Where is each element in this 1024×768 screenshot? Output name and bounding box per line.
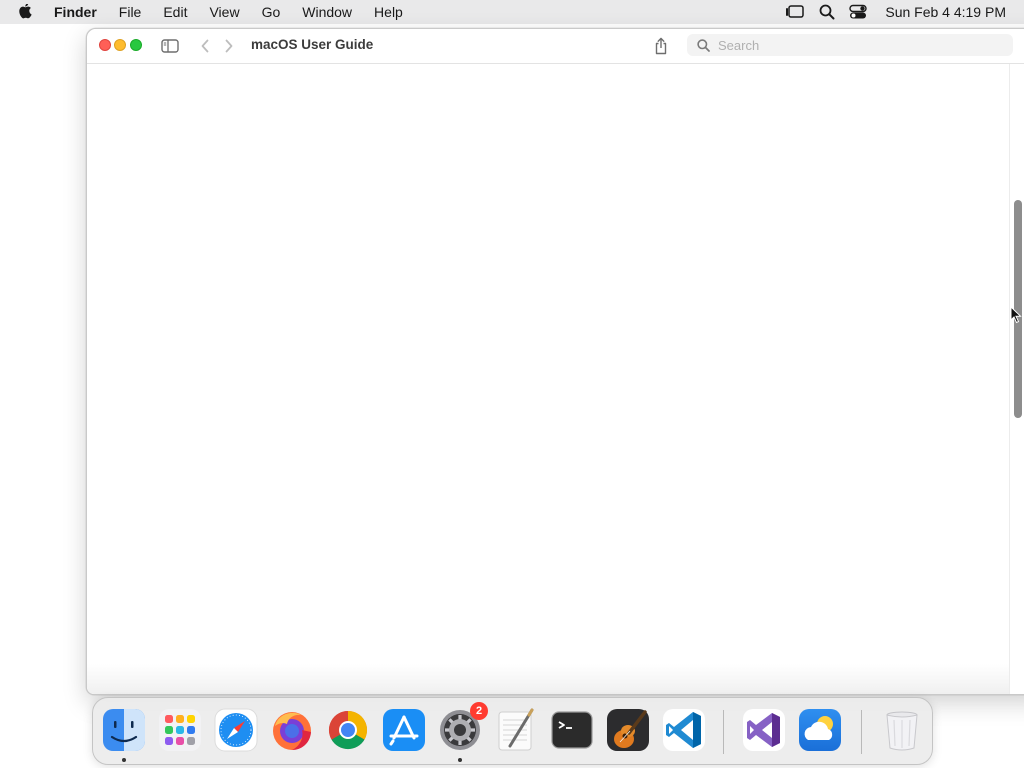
dock-visual-studio[interactable] xyxy=(740,706,788,754)
dock-finder[interactable] xyxy=(100,706,148,754)
dock-garageband[interactable] xyxy=(604,706,652,754)
search-icon xyxy=(697,38,710,52)
dock-vscode[interactable] xyxy=(660,706,708,754)
search-field[interactable] xyxy=(687,34,1013,56)
dock: 2 xyxy=(92,697,933,765)
garageband-icon xyxy=(607,709,649,751)
menu-file[interactable]: File xyxy=(108,0,153,24)
finder-icon xyxy=(103,709,145,751)
stage-manager-icon[interactable] xyxy=(785,4,805,20)
visual-studio-icon xyxy=(743,709,785,751)
dock-system-settings[interactable]: 2 xyxy=(436,702,488,754)
dock-separator-trash xyxy=(861,710,862,754)
app-store-icon xyxy=(383,709,425,751)
forward-chevron-icon[interactable] xyxy=(221,37,237,55)
chrome-icon xyxy=(328,710,368,750)
dock-launchpad[interactable] xyxy=(156,706,204,754)
menu-window[interactable]: Window xyxy=(291,0,363,24)
textedit-icon xyxy=(498,708,534,751)
spotlight-search-icon[interactable] xyxy=(819,4,835,20)
content-bottom-fade xyxy=(87,664,1009,694)
close-window-button[interactable] xyxy=(99,39,111,51)
menu-edit[interactable]: Edit xyxy=(152,0,198,24)
launchpad-icon xyxy=(159,709,201,751)
dock-safari[interactable] xyxy=(212,706,260,754)
finder-running-dot xyxy=(122,758,126,762)
window-title: macOS User Guide xyxy=(251,37,374,52)
menu-bar: Finder File Edit View Go Window Help Sun… xyxy=(0,0,1024,24)
dock-separator xyxy=(723,710,724,754)
apple-menu-icon[interactable] xyxy=(0,4,52,20)
control-center-icon[interactable] xyxy=(849,4,868,20)
trash-icon xyxy=(886,711,918,751)
share-icon[interactable] xyxy=(651,35,671,57)
menu-app-name[interactable]: Finder xyxy=(52,0,108,24)
dock-weather[interactable] xyxy=(796,706,844,754)
dock-terminal[interactable] xyxy=(548,706,596,754)
dock-firefox[interactable] xyxy=(268,706,316,754)
menu-view[interactable]: View xyxy=(198,0,250,24)
dock-app-store[interactable] xyxy=(380,706,428,754)
weather-icon xyxy=(799,709,841,751)
help-content-area[interactable] xyxy=(87,64,1009,694)
sidebar-toggle-icon[interactable] xyxy=(159,37,181,55)
dock-trash[interactable] xyxy=(878,706,926,754)
menu-go[interactable]: Go xyxy=(251,0,292,24)
dock-chrome[interactable] xyxy=(324,706,372,754)
firefox-icon xyxy=(273,712,311,750)
notification-badge: 2 xyxy=(470,702,488,720)
help-viewer-window: macOS User Guide xyxy=(86,28,1024,695)
search-input[interactable] xyxy=(716,36,996,54)
menu-bar-clock[interactable]: Sun Feb 4 4:19 PM xyxy=(885,4,1006,20)
minimize-window-button[interactable] xyxy=(114,39,126,51)
terminal-icon xyxy=(551,711,593,749)
vscode-icon xyxy=(663,709,705,751)
system-settings-running-dot xyxy=(458,758,462,762)
dock-textedit[interactable] xyxy=(492,706,540,754)
menu-help[interactable]: Help xyxy=(363,0,414,24)
maximize-window-button[interactable] xyxy=(130,39,142,51)
window-toolbar: macOS User Guide xyxy=(87,29,1024,64)
menu-bar-status-area: Sun Feb 4 4:19 PM xyxy=(785,0,1006,24)
safari-icon xyxy=(214,708,258,752)
back-chevron-icon[interactable] xyxy=(197,37,213,55)
mouse-pointer-icon xyxy=(1010,305,1022,329)
vertical-scrollbar[interactable] xyxy=(1009,64,1024,694)
